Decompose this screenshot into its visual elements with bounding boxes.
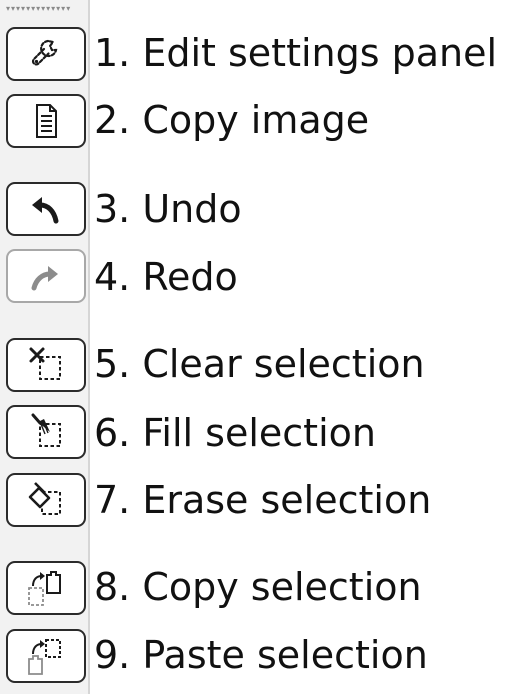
undo-label: 3. Undo: [94, 187, 242, 231]
erase-selection-label: 7. Erase selection: [94, 478, 432, 522]
copy-selection-button[interactable]: [6, 561, 86, 615]
clear-selection-button[interactable]: [6, 338, 86, 392]
redo-button[interactable]: [6, 249, 86, 303]
tool-panel: ▾▾▾▾▾▾▾▾▾▾▾▾▾ 1. Edit settings panel 2. …: [0, 0, 497, 694]
paste-selection-label: 9. Paste selection: [94, 633, 428, 677]
redo-arrow-icon: [31, 266, 58, 291]
fill-selection-icon: [31, 413, 61, 447]
copy-image-label: 2. Copy image: [94, 98, 370, 142]
erase-selection-icon: [28, 482, 61, 515]
copy-selection-label: 8. Copy selection: [94, 565, 422, 609]
fill-selection-button[interactable]: [6, 405, 86, 459]
paste-selection-button[interactable]: [6, 629, 86, 683]
toolbar-grip-handle[interactable]: ▾▾▾▾▾▾▾▾▾▾▾▾▾: [6, 4, 86, 14]
redo-label: 4. Redo: [94, 255, 238, 299]
copy-selection-icon: [28, 571, 61, 606]
edit-settings-label: 1. Edit settings panel: [94, 31, 498, 75]
clear-selection-label: 5. Clear selection: [94, 342, 425, 386]
edit-settings-button[interactable]: [6, 27, 86, 81]
document-icon: [36, 104, 57, 138]
wrench-icon: [31, 39, 58, 66]
paste-selection-icon: [28, 639, 61, 675]
fill-selection-label: 6. Fill selection: [94, 411, 376, 455]
erase-selection-button[interactable]: [6, 473, 86, 527]
undo-arrow-icon: [32, 197, 59, 224]
copy-image-button[interactable]: [6, 94, 86, 148]
clear-selection-icon: [29, 347, 61, 380]
undo-button[interactable]: [6, 182, 86, 236]
